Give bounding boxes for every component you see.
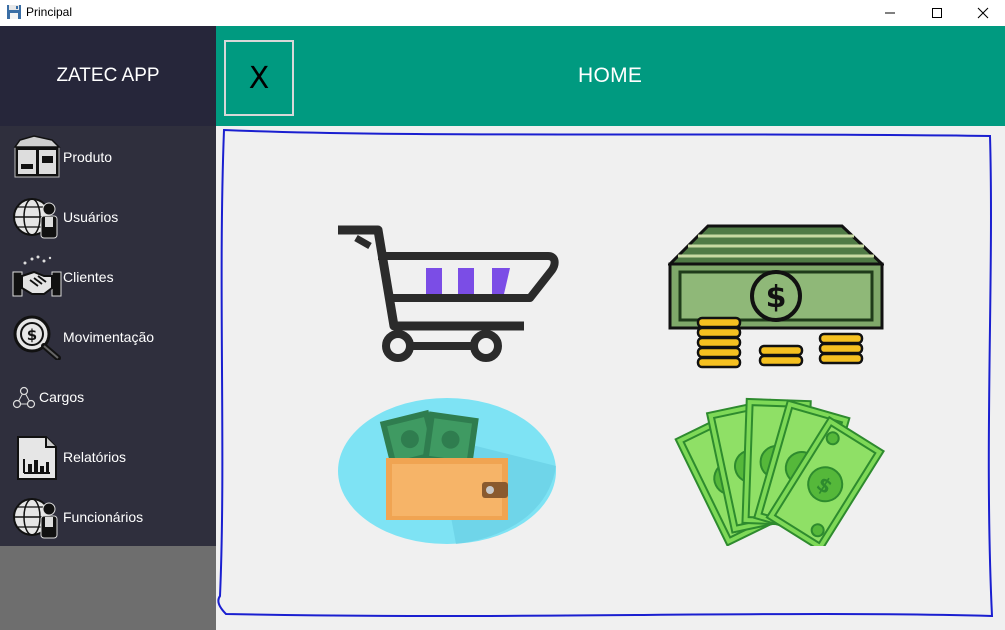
brand-title: ZATEC APP <box>0 26 216 126</box>
sidebar-item-label: Relatórios <box>63 449 127 465</box>
header-bar: X HOME <box>216 26 1005 126</box>
close-window-button[interactable] <box>960 0 1005 26</box>
sidebar-item-label: Usuários <box>63 209 119 225</box>
sidebar-item-funcionarios[interactable]: Funcionários <box>0 486 216 546</box>
window-titlebar: Principal <box>0 0 1005 26</box>
close-icon <box>977 7 989 19</box>
sidebar-item-movimentacao[interactable]: $ Movimentação <box>0 306 216 366</box>
home-content: $ $ <box>216 126 1005 630</box>
sidebar-item-cargos[interactable]: Cargos <box>0 366 216 426</box>
sidebar-item-label: Movimentação <box>63 329 155 345</box>
hierarchy-icon <box>12 386 36 409</box>
sidebar-item-label: Clientes <box>63 269 114 285</box>
globe-user-icon <box>13 498 58 539</box>
minimize-icon <box>885 12 895 14</box>
sidebar-item-produto[interactable]: Produto <box>0 126 216 186</box>
handshake-icon <box>12 255 62 297</box>
svg-text:$: $ <box>766 280 787 315</box>
sidebar-item-label: Produto <box>63 149 113 165</box>
report-chart-icon <box>17 436 57 480</box>
close-menu-button[interactable]: X <box>224 40 294 116</box>
sidebar-item-clientes[interactable]: Clientes <box>0 246 216 306</box>
svg-text:$: $ <box>27 326 37 344</box>
shopping-cart-icon[interactable] <box>334 222 560 366</box>
sidebar-item-label: Funcionários <box>63 509 144 525</box>
wallet-icon[interactable] <box>336 396 558 546</box>
globe-user-icon <box>13 198 58 239</box>
money-search-icon: $ <box>13 315 61 360</box>
window-title: Principal <box>26 5 73 19</box>
banknotes-fan-icon[interactable]: $ <box>664 396 888 546</box>
page-title: HOME <box>578 64 643 87</box>
minimize-button[interactable] <box>867 0 913 26</box>
maximize-button[interactable] <box>914 0 960 26</box>
maximize-icon <box>932 8 942 18</box>
money-stack-icon[interactable]: $ <box>668 222 884 370</box>
sidebar-item-relatorios[interactable]: Relatórios <box>0 426 216 486</box>
sidebar-item-label: Cargos <box>39 389 85 405</box>
product-box-icon <box>13 135 61 178</box>
sidebar-footer-panel <box>0 546 216 630</box>
sidebar-item-usuarios[interactable]: Usuários <box>0 186 216 246</box>
hand-drawn-frame <box>217 128 994 618</box>
floppy-icon <box>7 5 21 19</box>
sidebar: ZATEC APP Produto Usuários Clientes $ Mo… <box>0 26 216 630</box>
